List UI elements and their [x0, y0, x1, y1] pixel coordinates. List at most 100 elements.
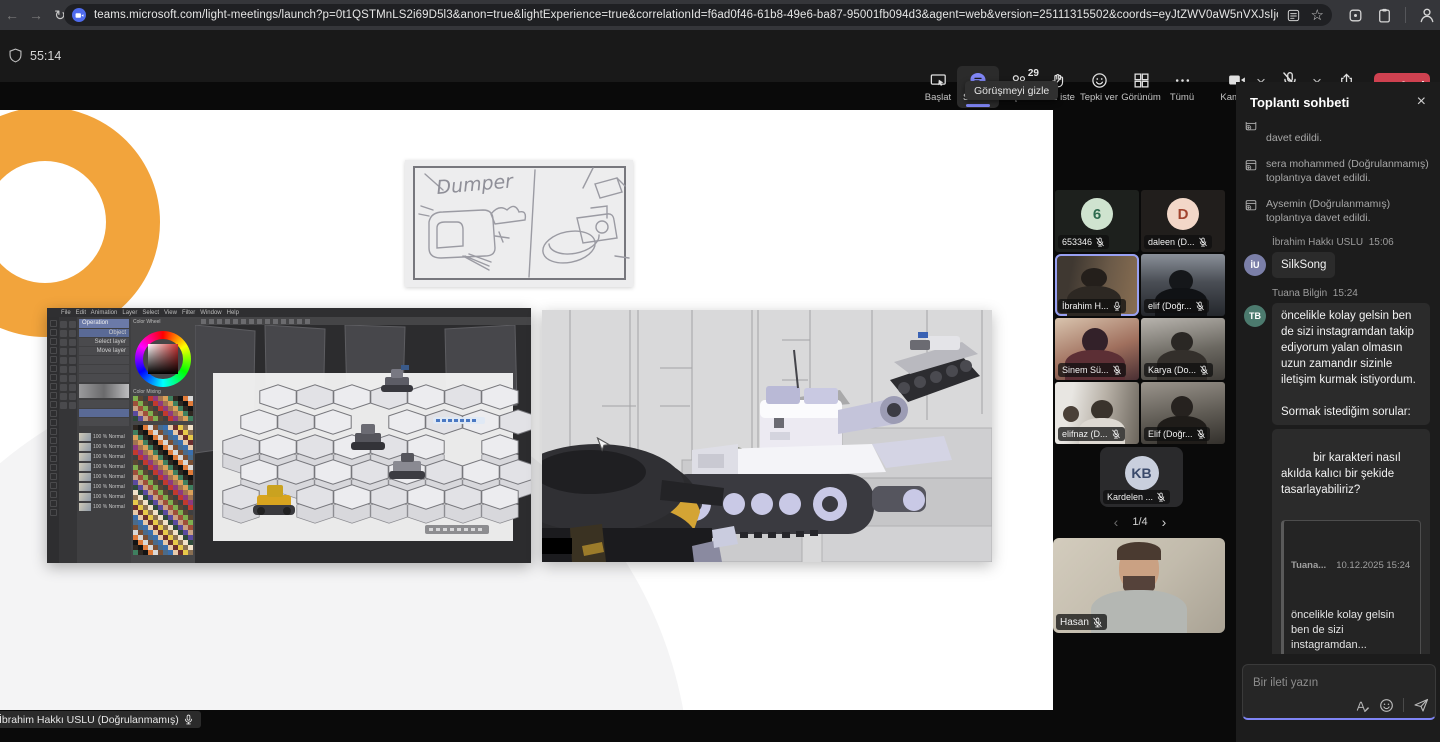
react-button[interactable]: Tepki ver [1078, 66, 1120, 108]
mic-off-icon [1196, 429, 1206, 439]
participant-tile[interactable]: 6 653346 [1055, 190, 1139, 252]
avatar: 6 [1081, 198, 1113, 230]
render-scene [542, 310, 992, 562]
chat-close-icon[interactable]: × [1417, 93, 1426, 111]
participant-tile[interactable]: Karya (Do... [1141, 318, 1225, 380]
chat-message-list[interactable]: davet edildi. sera mohammed (Doğrulanmam… [1236, 122, 1440, 654]
viewport-nav-toolbar [425, 525, 489, 534]
layer-row[interactable]: 100 % Normal [79, 442, 129, 451]
layer-row[interactable]: 100 % Normal [79, 452, 129, 461]
participant-tile[interactable]: Sinem Sü... [1055, 318, 1139, 380]
color-swatch[interactable] [188, 550, 193, 555]
layer-row[interactable]: 100 % Normal [79, 502, 129, 511]
clipboard-extension-icon[interactable] [1376, 7, 1393, 24]
paint-toolbar-column [47, 317, 59, 563]
color-mixing-palette[interactable] [133, 396, 193, 421]
paint-color-panel: Color Wheel Color Mixing [131, 317, 195, 563]
profile-icon[interactable] [1418, 6, 1436, 24]
view-button[interactable]: Görünüm [1120, 66, 1162, 108]
chat-message: bir karakteri nasıl akılda kalıcı bir şe… [1244, 429, 1430, 654]
message-bubble: SilkSong [1272, 252, 1335, 278]
avatar: TB [1244, 305, 1266, 327]
bookmark-star-icon[interactable]: ☆ [1311, 8, 1324, 23]
page-next-icon[interactable]: › [1162, 514, 1167, 530]
layer-row[interactable]: 100 % Normal [79, 462, 129, 471]
message-author-line: Tuana Bilgin 15:24 [1272, 288, 1430, 299]
page-indicator: 1/4 [1132, 516, 1147, 528]
send-icon[interactable] [1413, 697, 1429, 713]
color-swatch[interactable] [188, 416, 193, 421]
chat-message: İU SilkSong [1244, 252, 1430, 278]
extension-icon[interactable] [1347, 7, 1364, 24]
message-bubble: bir karakteri nasıl akılda kalıcı bir şe… [1272, 429, 1430, 654]
browser-chrome: ← → ↻ teams.microsoft.com/light-meetings… [0, 0, 1440, 30]
participant-tile[interactable]: D daleen (D... [1141, 190, 1225, 252]
paint-layers-panel: 100 % Normal100 % Normal100 % Normal100 … [79, 432, 129, 511]
mic-off-icon [1199, 365, 1209, 375]
avatar: İU [1244, 254, 1266, 276]
url-text: teams.microsoft.com/light-meetings/launc… [94, 9, 1278, 21]
participant-tile-active-speaker[interactable]: İbrahim H... [1055, 254, 1139, 316]
mic-off-icon [1195, 301, 1205, 311]
concept-sketch: Dumper [405, 160, 633, 287]
render-viewport-window [542, 310, 992, 562]
system-message: Aysemin (Doğrulanmamış) toplantıya davet… [1244, 197, 1430, 225]
present-button[interactable]: Başlat [917, 66, 959, 108]
quoted-message: Tuana... 10.12.2025 15:24 öncelikle kola… [1281, 520, 1421, 654]
layer-row[interactable]: 100 % Normal [79, 472, 129, 481]
teams-favicon-icon [72, 8, 86, 22]
mic-off-icon [1092, 617, 1103, 628]
mic-on-icon [183, 714, 194, 725]
participant-tile-overflow[interactable]: KB Kardelen ... [1100, 447, 1183, 507]
browser-extensions-area [1347, 0, 1436, 30]
layer-row[interactable]: 100 % Normal [79, 482, 129, 491]
participant-tile[interactable]: elifnaz (D... [1055, 382, 1139, 444]
meeting-toolbar: 55:14 Başlat Sohbet Kişiler 29 Söz iste … [0, 30, 1440, 82]
presenter-name-chip: İbrahim Hakkı USLU (Doğrulanmamış) [0, 711, 201, 728]
message-author-line: İbrahim Hakkı USLU 15:06 [1272, 237, 1430, 248]
participant-tile-spotlight[interactable]: Hasan [1053, 538, 1225, 633]
paint-preview-thumb [79, 384, 129, 398]
color-wheel[interactable] [135, 331, 191, 387]
system-message: davet edildi. [1244, 122, 1430, 145]
chat-input-box[interactable] [1242, 664, 1436, 720]
participant-tile[interactable]: Elif (Doğr... [1141, 382, 1225, 444]
floating-toolbar-blue [433, 417, 485, 424]
paint-app-window: File Edit Animation Layer Select View Fi… [47, 308, 531, 563]
mic-off-icon [1198, 237, 1208, 247]
avatar: KB [1125, 456, 1159, 490]
emoji-icon[interactable] [1379, 698, 1394, 713]
mic-off-icon [1112, 365, 1122, 375]
active-tab-underline [966, 104, 990, 107]
tiles-pagination: ‹ 1/4 › [1055, 512, 1225, 532]
url-bar[interactable]: teams.microsoft.com/light-meetings/launc… [64, 4, 1332, 26]
invite-icon [1244, 158, 1258, 172]
divider [1403, 698, 1404, 712]
divider [1405, 7, 1406, 23]
screen: ← → ↻ teams.microsoft.com/light-meetings… [0, 0, 1440, 742]
chat-title: Toplantı sohbeti [1250, 95, 1349, 110]
message-bubble: öncelikle kolay gelsin ben de sizi insta… [1272, 303, 1430, 425]
meeting-timer: 55:14 [30, 49, 61, 63]
more-button[interactable]: Tümü [1161, 66, 1203, 108]
chat-message: TB öncelikle kolay gelsin ben de sizi in… [1244, 303, 1430, 425]
layer-row[interactable]: 100 % Normal [79, 492, 129, 501]
layer-row[interactable]: 100 % Normal [79, 432, 129, 441]
browser-back-icon[interactable]: ← [0, 7, 24, 23]
invite-icon [1244, 198, 1258, 212]
page-prev-icon[interactable]: ‹ [1114, 514, 1119, 530]
browser-forward-icon[interactable]: → [24, 7, 48, 23]
format-pen-icon[interactable] [1355, 698, 1370, 713]
translate-icon[interactable] [1286, 8, 1301, 23]
color-swatch-palette[interactable] [133, 425, 193, 555]
paint-3d-viewport[interactable] [195, 317, 531, 563]
sketch-title-text: Dumper [436, 170, 516, 199]
chat-header: Toplantı sohbeti × [1236, 82, 1440, 122]
viewport-toolbar [195, 317, 531, 325]
chat-input[interactable] [1251, 676, 1427, 690]
participant-tile[interactable]: elif (Doğr... [1141, 254, 1225, 316]
mic-off-icon [1095, 237, 1105, 247]
invite-icon [1244, 122, 1258, 132]
paint-toolbuttons-column [59, 317, 77, 563]
chat-panel: Toplantı sohbeti × davet edildi. sera mo… [1236, 82, 1440, 742]
